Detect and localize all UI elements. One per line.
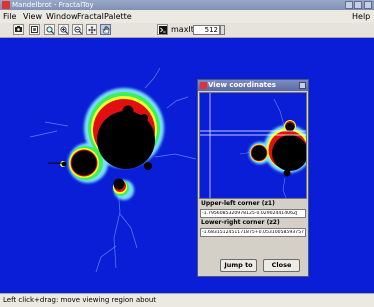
jump-to-button[interactable]: Jump to <box>220 259 257 272</box>
zoom-out-icon <box>73 25 82 34</box>
menu-bar: File View Window Fractal Palette Help <box>0 10 374 24</box>
zoom-in-icon <box>59 25 68 34</box>
zoom-out-button[interactable] <box>72 24 83 35</box>
hand-button[interactable] <box>100 24 111 35</box>
close-button[interactable] <box>364 1 372 9</box>
zoom-in-button[interactable] <box>58 24 69 35</box>
preview-image <box>200 93 312 199</box>
maximize-button[interactable] <box>354 1 362 9</box>
minimize-button[interactable] <box>345 1 353 9</box>
terminal-button[interactable] <box>157 24 168 35</box>
title-bar: Mandelbrot - FractalToy <box>0 0 374 10</box>
image-icon <box>31 26 38 33</box>
dialog-title-bar: View coordinates <box>198 80 308 91</box>
status-text: Left click+drag: move viewing region abo… <box>3 296 157 304</box>
toolbar: maxIter <box>0 23 374 38</box>
image-button[interactable] <box>29 24 40 35</box>
fractal-image <box>0 38 374 293</box>
zoom-fit-icon <box>45 25 54 34</box>
menu-fractal[interactable]: Fractal <box>77 10 104 23</box>
hand-icon <box>102 25 109 33</box>
menu-file[interactable]: File <box>3 10 16 23</box>
status-bar: Left click+drag: move viewing region abo… <box>0 293 374 307</box>
fractal-canvas[interactable] <box>0 38 374 293</box>
maxiter-spinner[interactable] <box>220 25 225 35</box>
upper-left-field[interactable] <box>200 209 306 218</box>
lower-right-field[interactable] <box>200 228 306 237</box>
close-dialog-button[interactable]: Close <box>263 259 300 272</box>
view-preview[interactable] <box>199 92 312 199</box>
app-icon <box>2 1 10 9</box>
render-button[interactable] <box>13 24 24 35</box>
dialog-icon <box>200 82 207 89</box>
zoom-fit-button[interactable] <box>44 24 55 35</box>
maxiter-input[interactable] <box>193 25 220 35</box>
menu-view[interactable]: View <box>23 10 42 23</box>
upper-left-label: Upper-left corner (z1) <box>201 200 275 207</box>
lower-right-label: Lower-right corner (z2) <box>201 219 280 226</box>
menu-help[interactable]: Help <box>352 10 370 23</box>
render-icon <box>15 26 22 32</box>
pan-icon <box>87 25 96 34</box>
dialog-close-icon[interactable] <box>299 82 306 89</box>
menu-window[interactable]: Window <box>46 10 78 23</box>
pan-button[interactable] <box>86 24 97 35</box>
terminal-icon <box>158 25 167 34</box>
view-coordinates-dialog: View coordinates Upper-left corner (z1) … <box>197 79 312 277</box>
menu-palette[interactable]: Palette <box>104 10 132 23</box>
dialog-title: View coordinates <box>208 81 276 89</box>
window-title: Mandelbrot - FractalToy <box>12 1 94 9</box>
